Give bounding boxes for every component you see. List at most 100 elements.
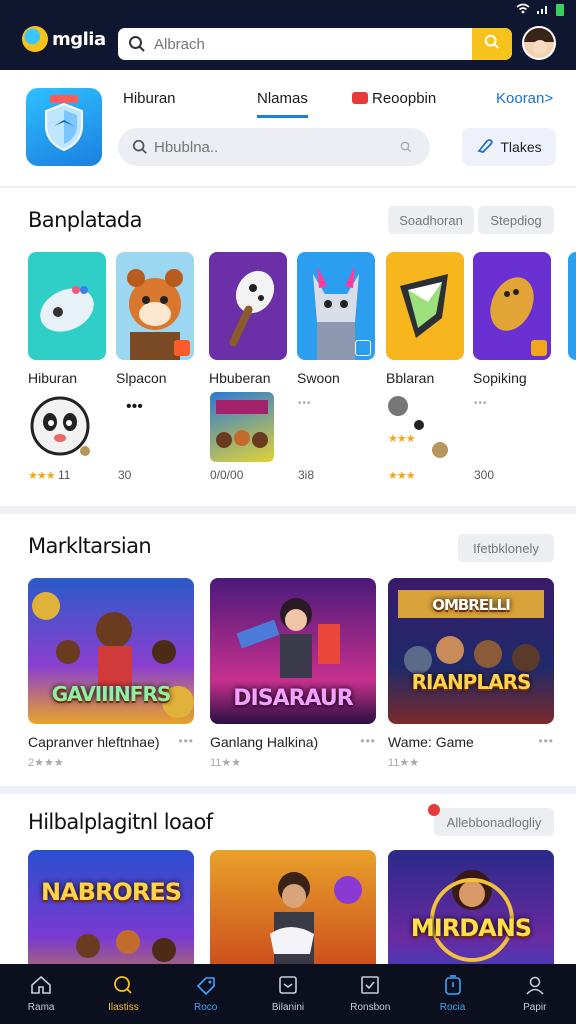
game-meta: 11★★ (210, 757, 242, 769)
more-options-icon[interactable]: ••• (178, 734, 194, 748)
app-item[interactable]: Sopiking (473, 252, 553, 386)
section-popular: Hilbalplagitnl loaof Allebbonadlogliy NA… (0, 794, 576, 964)
tab-hiburan[interactable]: Hiburan (123, 90, 176, 107)
wifi-icon (516, 3, 530, 17)
search-bar[interactable] (118, 28, 512, 60)
game-card[interactable]: MIRDANS (388, 850, 554, 964)
game-card[interactable] (210, 850, 376, 964)
top-bar: mglia (0, 0, 576, 70)
app-name: Slpacon (116, 370, 167, 386)
app-item[interactable]: Hbuberan (209, 252, 289, 386)
game-thumbnail (210, 850, 376, 964)
bottom-nav: Rama Ilastiss Roco Bilanini Ronsbon Roci… (0, 964, 576, 1024)
app-item[interactable]: Slpacon (116, 252, 196, 386)
app-icon (28, 252, 106, 360)
inbox-icon (277, 975, 299, 998)
tab-nlamas[interactable]: Nlamas (257, 90, 308, 118)
nav-inbox[interactable]: Bilanini (247, 964, 329, 1024)
section-title: Markltarsian (28, 534, 152, 558)
timer-icon (442, 975, 464, 998)
notification-badge (428, 804, 440, 816)
app-rating: ★★★ 11 (28, 468, 71, 482)
nav-timer[interactable]: Rocia (411, 964, 493, 1024)
game-title: Wame: Game (388, 734, 474, 750)
chip-filter[interactable]: Allebbonadlogliy (434, 808, 554, 836)
signal-icon (536, 3, 550, 17)
app-name: Bblaran (386, 370, 435, 386)
logo-text: mglia (52, 28, 106, 50)
app-name: Swoon (297, 370, 340, 386)
game-thumbnail: MIRDANS (388, 850, 554, 964)
app-item[interactable] (210, 392, 274, 462)
home-icon (30, 975, 52, 998)
app-rating: 3i8 (298, 468, 315, 482)
app-item-partial[interactable] (568, 252, 576, 360)
avatar[interactable] (522, 26, 556, 60)
chip-filter[interactable]: Stepdiog (478, 206, 554, 234)
video-icon (352, 92, 368, 104)
check-icon (359, 975, 381, 998)
game-thumbnail: NABRORES (28, 850, 194, 964)
app-item[interactable]: Hiburan (28, 252, 108, 386)
more-options-icon[interactable]: ••• (360, 734, 376, 748)
app-name: Hiburan (28, 370, 78, 386)
search-input[interactable] (154, 28, 454, 60)
nav-home[interactable]: Rama (0, 964, 82, 1024)
nav-profile[interactable]: Papir (494, 964, 576, 1024)
section-featured: Banplatada Soadhoran Stepdiog Hiburan Sl… (0, 188, 576, 506)
game-thumbnail: OMBRELLI RIANPLARS (388, 578, 554, 724)
game-card[interactable]: OMBRELLI RIANPLARS Wame: Game ••• 11★★ (388, 578, 554, 769)
game-card[interactable]: GAVIIINFRS Capranver hleftnhae) ••• 2★★★ (28, 578, 194, 769)
search-submit-button[interactable] (472, 28, 512, 60)
chip-sort[interactable]: Soadhoran (388, 206, 474, 234)
section-marketplace: Markltarsian Ifetbklonely GAVIIINFRS Cap… (0, 514, 576, 786)
search-icon (128, 35, 146, 58)
app-rating: 300 (474, 468, 495, 482)
tag-icon (195, 975, 217, 998)
shield-icon (45, 102, 83, 152)
game-thumbnail: GAVIIINFRS (28, 578, 194, 724)
filter-button[interactable]: Tlakes (462, 128, 556, 166)
link-icon (476, 138, 494, 157)
logo-icon (22, 26, 48, 52)
nav-search[interactable]: Ilastiss (82, 964, 164, 1024)
app-item[interactable] (388, 396, 408, 416)
game-meta: 11★★ (388, 757, 420, 769)
status-bar (516, 3, 564, 17)
app-name: Sopiking (473, 370, 527, 386)
app-rating: ★★★ (388, 470, 416, 482)
app-name: Hbuberan (209, 370, 271, 386)
category-search-input[interactable] (154, 128, 384, 166)
search-icon (484, 34, 500, 55)
app-logo[interactable]: mglia (22, 26, 106, 52)
tab-kooran[interactable]: Kooran> (496, 90, 553, 107)
search-icon (132, 139, 148, 160)
section-title: Banplatada (28, 208, 143, 232)
tab-reoopbin[interactable]: Reoopbin (352, 90, 436, 107)
profile-icon (524, 975, 546, 998)
app-icon (473, 252, 551, 360)
category-search[interactable] (118, 128, 430, 166)
nav-tasks[interactable]: Ronsbon (329, 964, 411, 1024)
game-title: Capranver hleftnhae) (28, 734, 160, 750)
shield-app-icon[interactable] (26, 88, 102, 166)
app-icon (209, 252, 287, 360)
search-icon (400, 140, 412, 158)
more-options-icon[interactable]: ••• (538, 734, 554, 748)
app-item[interactable]: Swoon (297, 252, 377, 386)
game-card[interactable]: DISARAUR Ganlang Halkina) ••• 11★★ (210, 578, 376, 769)
section-title: Hilbalplagitnl loaof (28, 810, 213, 834)
game-thumbnail (216, 400, 268, 448)
app-item[interactable]: Bblaran (386, 252, 466, 386)
app-rating: 30 (118, 468, 132, 482)
chip-filter[interactable]: Ifetbklonely (458, 534, 554, 562)
game-meta: 2★★★ (28, 757, 64, 769)
app-icon (116, 252, 194, 360)
search-icon (112, 975, 134, 998)
game-thumbnail: DISARAUR (210, 578, 376, 724)
battery-icon (556, 4, 564, 16)
app-icon (297, 252, 375, 360)
game-card[interactable]: NABRORES (28, 850, 194, 964)
game-title: Ganlang Halkina) (210, 734, 319, 750)
nav-tags[interactable]: Roco (165, 964, 247, 1024)
